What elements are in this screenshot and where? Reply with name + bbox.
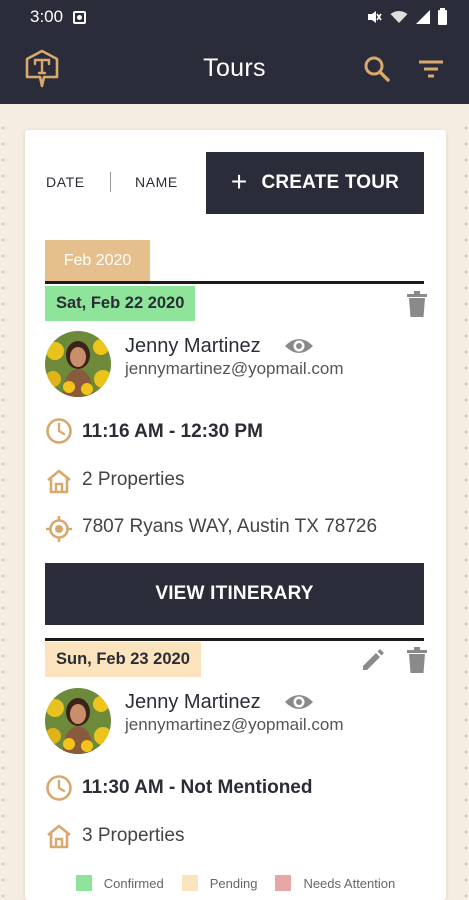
legend-label: Pending [209, 875, 258, 891]
tour-time: 11:16 AM - 12:30 PM [82, 421, 263, 442]
legend-swatch [75, 875, 92, 891]
status-left: 3:00 [30, 7, 87, 27]
plus-icon: + [230, 165, 248, 197]
client-email: jennymartinez@yopmail.com [125, 359, 344, 378]
status-time: 3:00 [30, 7, 64, 26]
client-name: Jenny Martinez [125, 335, 261, 357]
app-bar: Tours [0, 34, 469, 104]
section-divider [45, 281, 424, 284]
legend-item-pending: Pending [181, 875, 258, 891]
tours-card: DATE NAME + CREATE TOUR Feb 2020 Sat, Fe… [25, 130, 446, 900]
location-target-icon [46, 516, 72, 542]
status-bar: 3:00 [0, 0, 469, 34]
legend-label: Needs Attention [303, 875, 396, 891]
home-icon [47, 824, 71, 849]
status-legend: Confirmed Pending Needs Attention [25, 874, 446, 892]
legend-item-confirmed: Confirmed [75, 875, 164, 891]
edit-pencil-icon[interactable] [360, 647, 386, 673]
legend-label: Confirmed [103, 875, 164, 891]
sort-toolbar: DATE NAME + CREATE TOUR [25, 152, 446, 214]
right-edge-decoration [463, 120, 469, 900]
create-tour-button[interactable]: + CREATE TOUR [206, 152, 424, 214]
wifi-icon [390, 11, 408, 23]
view-client-eye-icon[interactable] [284, 336, 314, 356]
section-divider [45, 638, 424, 641]
legend-swatch [181, 875, 198, 891]
view-client-eye-icon[interactable] [284, 692, 314, 712]
tour-time: 11:30 AM - Not Mentioned [82, 777, 313, 798]
legend-item-needs-attention: Needs Attention [275, 875, 395, 891]
tour-date-badge: Sat, Feb 22 2020 [45, 286, 196, 321]
avatar [45, 688, 111, 754]
tour-date-badge: Sun, Feb 23 2020 [45, 642, 201, 677]
sort-by-date[interactable]: DATE [46, 174, 85, 190]
clock-icon [46, 775, 72, 801]
delete-icon[interactable] [406, 291, 428, 317]
clock-icon [46, 418, 72, 444]
avatar [45, 331, 111, 397]
property-count: 3 Properties [82, 825, 185, 846]
client-email: jennymartinez@yopmail.com [125, 715, 344, 734]
delete-icon[interactable] [406, 647, 428, 673]
search-icon[interactable] [362, 54, 392, 84]
client-name: Jenny Martinez [125, 691, 261, 713]
create-tour-label: CREATE TOUR [261, 172, 400, 193]
legend-swatch [275, 875, 292, 891]
month-header: Feb 2020 [45, 240, 150, 281]
home-icon [47, 469, 71, 494]
tour-address: 7807 Ryans WAY, Austin TX 78726 [82, 516, 378, 537]
sort-divider [110, 172, 111, 192]
property-count: 2 Properties [82, 469, 185, 490]
notification-app-icon [73, 10, 87, 24]
filter-icon[interactable] [416, 54, 446, 84]
signal-icon [416, 10, 430, 24]
view-itinerary-button[interactable]: VIEW ITINERARY [45, 563, 424, 625]
page-title: Tours [203, 54, 266, 82]
left-edge-decoration [0, 120, 6, 900]
mute-icon [368, 11, 382, 23]
status-right [366, 7, 447, 25]
battery-icon [438, 7, 447, 25]
sort-by-name[interactable]: NAME [135, 174, 178, 190]
